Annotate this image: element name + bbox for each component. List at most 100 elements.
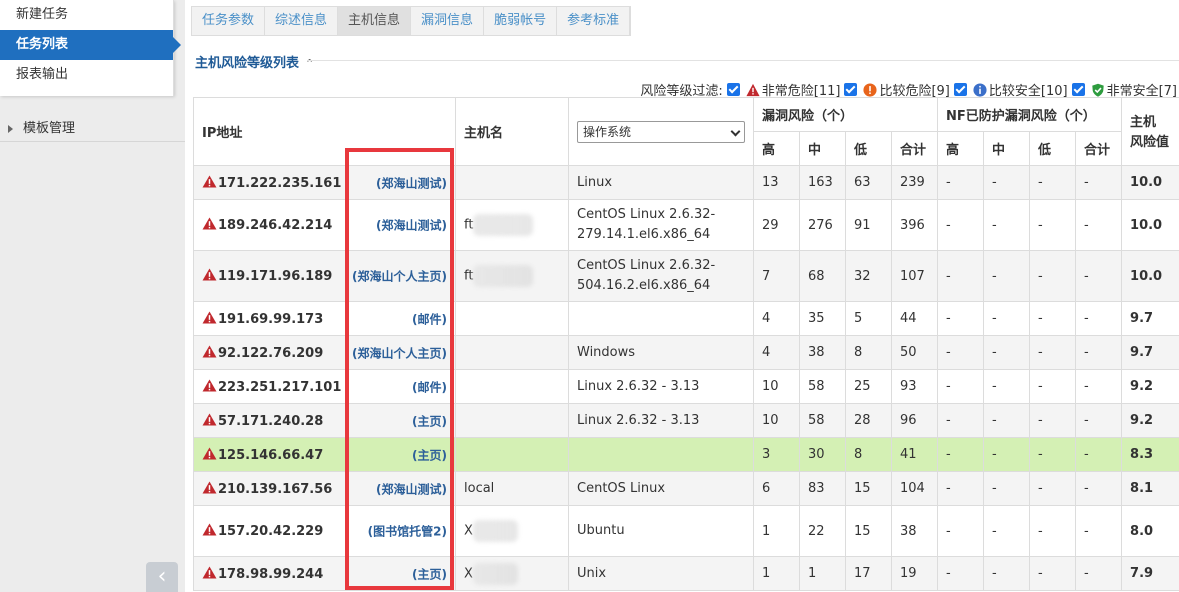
- warning-triangle-icon: [202, 446, 217, 460]
- nf-total-cell: -: [1075, 335, 1123, 370]
- redacted-blur: [473, 265, 534, 287]
- ip-cell: 178.98.99.244 (主页): [193, 556, 456, 591]
- table-row[interactable]: 171.222.235.161 (郑海山测试) Linux 13 163 63 …: [193, 165, 1179, 200]
- nf-total-cell: -: [1075, 471, 1123, 506]
- column-header-high[interactable]: 高: [753, 131, 800, 166]
- table-row[interactable]: 223.251.217.101 (邮件) Linux 2.6.32 - 3.13…: [193, 369, 1179, 404]
- tab-weak-accounts[interactable]: 脆弱帐号: [484, 7, 558, 35]
- table-row[interactable]: 189.246.42.214 (郑海山测试) ft CentOS Linux 2…: [193, 199, 1179, 251]
- hostname-text: X: [464, 523, 473, 539]
- nf-mid-cell: -: [983, 199, 1031, 251]
- os-cell: Linux 2.6.32 - 3.13: [568, 403, 754, 438]
- nf-total-cell: -: [1075, 505, 1123, 557]
- filter-checkbox-safe[interactable]: [953, 83, 967, 96]
- ip-link[interactable]: 189.246.42.214: [218, 218, 332, 233]
- menu-item-task-list[interactable]: 任务列表: [0, 30, 181, 60]
- tab-task-params[interactable]: 任务参数: [192, 7, 266, 35]
- filter-checkbox-very-dangerous[interactable]: [726, 83, 740, 96]
- hostname-cell: [455, 165, 569, 200]
- ip-link[interactable]: 157.20.42.229: [218, 524, 323, 539]
- host-tag: (主页): [412, 448, 447, 462]
- vuln-total-cell: 107: [890, 250, 939, 302]
- table-row[interactable]: 178.98.99.244 (主页) X Unix 1 1 17 19 - - …: [193, 556, 1179, 591]
- warning-triangle-icon: [202, 378, 217, 392]
- os-cell: CentOS Linux: [568, 471, 754, 506]
- column-header-os: 操作系统: [568, 97, 754, 166]
- table-row[interactable]: 57.171.240.28 (主页) Linux 2.6.32 - 3.13 1…: [193, 403, 1179, 438]
- ip-link[interactable]: 171.222.235.161: [218, 176, 341, 191]
- table-row[interactable]: 191.69.99.173 (邮件) 4 35 5 44 - - - - 9.7: [193, 301, 1179, 336]
- warning-triangle-icon: [202, 344, 217, 358]
- vuln-mid-cell: 83: [799, 471, 846, 506]
- ip-link[interactable]: 210.139.167.56: [218, 482, 332, 497]
- table-row[interactable]: 210.139.167.56 (郑海山测试) local CentOS Linu…: [193, 471, 1179, 506]
- vuln-high-cell: 13: [753, 165, 800, 200]
- sidebar: 新建任务 任务列表 报表输出 模板管理 ‹: [0, 0, 185, 592]
- tab-summary[interactable]: 综述信息: [265, 7, 339, 35]
- menu-item-report-output[interactable]: 报表输出: [0, 60, 173, 90]
- nf-high-cell: -: [937, 505, 985, 557]
- nf-mid-cell: -: [983, 403, 1031, 438]
- menu-item-new-task[interactable]: 新建任务: [0, 0, 173, 30]
- ip-link[interactable]: 119.171.96.189: [218, 269, 332, 284]
- host-tag: (图书馆托管2): [367, 524, 447, 539]
- shield-check-icon: [1091, 83, 1104, 97]
- tab-vuln-info[interactable]: 漏洞信息: [411, 7, 485, 35]
- column-header-total[interactable]: 合计: [890, 131, 939, 166]
- table-row[interactable]: 119.171.96.189 (郑海山个人主页) ft CentOS Linux…: [193, 250, 1179, 302]
- warning-triangle-icon: [202, 412, 217, 426]
- column-header-mid[interactable]: 中: [799, 131, 846, 166]
- tab-host-info[interactable]: 主机信息: [338, 7, 412, 35]
- table-row[interactable]: 125.146.66.47 (主页) 3 30 8 41 - - - - 8.3: [193, 437, 1179, 472]
- sidebar-group-template-management[interactable]: 模板管理: [0, 116, 185, 142]
- nf-total-cell: -: [1075, 165, 1123, 200]
- hostname-cell: local: [455, 471, 569, 506]
- host-tag: (邮件): [412, 380, 447, 394]
- nf-mid-cell: -: [983, 505, 1031, 557]
- filter-checkbox-very-safe[interactable]: [1071, 83, 1085, 96]
- ip-link[interactable]: 125.146.66.47: [218, 448, 323, 463]
- column-header-hostname[interactable]: 主机名: [455, 97, 569, 166]
- table-row[interactable]: 92.122.76.209 (郑海山个人主页) Windows 4 38 8 5…: [193, 335, 1179, 370]
- os-cell: Unix: [568, 556, 754, 591]
- nf-low-cell: -: [1029, 369, 1077, 404]
- nf-low-cell: -: [1029, 471, 1077, 506]
- column-header-low[interactable]: 低: [845, 131, 892, 166]
- host-risk-score-cell: 9.2: [1121, 403, 1179, 438]
- ip-link[interactable]: 57.171.240.28: [218, 414, 323, 429]
- nf-total-cell: -: [1075, 250, 1123, 302]
- caret-up-icon: ⌃: [305, 57, 315, 70]
- nf-total-cell: -: [1075, 199, 1123, 251]
- nf-low-cell: -: [1029, 250, 1077, 302]
- ip-cell: 157.20.42.229 (图书馆托管2): [193, 505, 456, 557]
- nf-low-cell: -: [1029, 556, 1077, 591]
- ip-link[interactable]: 191.69.99.173: [218, 312, 323, 327]
- vuln-high-cell: 4: [753, 301, 800, 336]
- warning-triangle-icon: [202, 565, 217, 579]
- column-header-host-risk[interactable]: 主机 风险值: [1121, 97, 1179, 166]
- table-row[interactable]: 157.20.42.229 (图书馆托管2) X Ubuntu 1 22 15 …: [193, 505, 1179, 557]
- main-content: 任务参数 综述信息 主机信息 漏洞信息 脆弱帐号 参考标准 主机风险等级列表 ⌃ …: [185, 0, 1179, 592]
- host-risk-table: IP地址 主机名 操作系统 漏洞风险（个） NF已防护漏洞风险（个） 主机 风险…: [193, 97, 1179, 591]
- ip-link[interactable]: 223.251.217.101: [218, 380, 341, 395]
- chevron-down-icon: [730, 126, 741, 136]
- vuln-low-cell: 8: [845, 437, 892, 472]
- warning-triangle-icon: [202, 310, 217, 324]
- section-title[interactable]: 主机风险等级列表 ⌃: [195, 52, 314, 71]
- tab-reference-standards[interactable]: 参考标准: [557, 7, 631, 35]
- collapse-sidebar-button[interactable]: ‹: [146, 562, 178, 592]
- ip-link[interactable]: 178.98.99.244: [218, 567, 323, 582]
- os-filter-select[interactable]: 操作系统: [577, 120, 745, 143]
- host-risk-score-cell: 10.0: [1121, 165, 1179, 200]
- host-risk-score-cell: 9.2: [1121, 369, 1179, 404]
- vuln-high-cell: 10: [753, 403, 800, 438]
- nf-mid-cell: -: [983, 556, 1031, 591]
- vuln-low-cell: 5: [845, 301, 892, 336]
- filter-checkbox-dangerous[interactable]: [844, 83, 858, 96]
- host-risk-score-cell: 10.0: [1121, 199, 1179, 251]
- host-risk-header-line1: 主机: [1130, 114, 1157, 130]
- host-tag: (郑海山测试): [376, 176, 447, 190]
- ip-link[interactable]: 92.122.76.209: [218, 346, 323, 361]
- column-header-ip[interactable]: IP地址: [193, 97, 456, 166]
- vuln-mid-cell: 38: [799, 335, 846, 370]
